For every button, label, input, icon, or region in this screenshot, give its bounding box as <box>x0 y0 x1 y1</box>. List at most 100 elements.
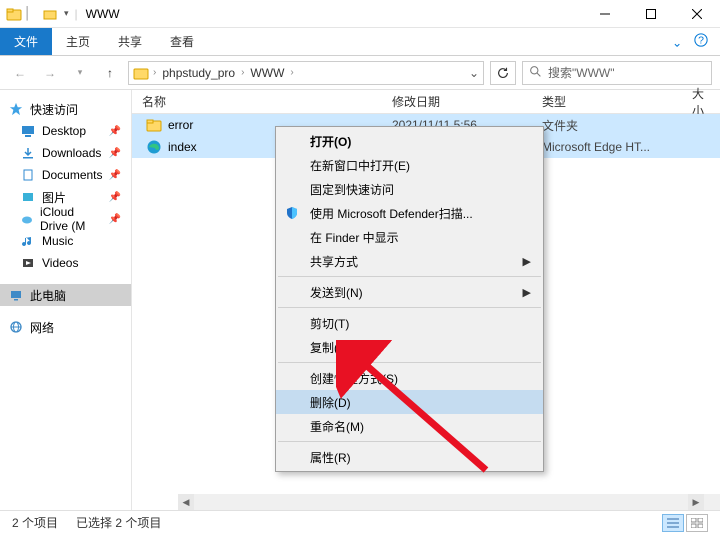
col-type[interactable]: 类型 <box>542 93 692 110</box>
documents-icon <box>20 167 36 183</box>
sidebar-item-label: Desktop <box>42 124 86 138</box>
close-button[interactable] <box>674 0 720 28</box>
pin-icon: 📌 <box>109 214 131 225</box>
pictures-icon <box>20 189 36 205</box>
nav-up-button[interactable]: ↑ <box>98 61 122 85</box>
ribbon-tabs: 文件 主页 共享 查看 ⌃ ? <box>0 28 720 56</box>
nav-bar: ← → ▾ ↑ › phpstudy_pro › WWW › ⌄ 搜索"WWW" <box>0 56 720 90</box>
sidebar: 快速访问 Desktop 📌 Downloads 📌 Documents 📌 图… <box>0 90 132 510</box>
tab-home[interactable]: 主页 <box>52 28 104 55</box>
ctx-show-in-finder[interactable]: 在 Finder 中显示 <box>276 225 543 249</box>
ctx-separator <box>278 362 541 363</box>
breadcrumb-2[interactable]: WWW <box>248 66 286 80</box>
sidebar-item-label: Videos <box>42 256 78 270</box>
qat-divider: | <box>75 7 78 21</box>
maximize-button[interactable] <box>628 0 674 28</box>
view-icons-button[interactable] <box>686 514 708 532</box>
ctx-share[interactable]: 共享方式▶ <box>276 249 543 273</box>
col-name[interactable]: 名称 <box>132 93 392 110</box>
sidebar-item-downloads[interactable]: Downloads 📌 <box>0 142 131 164</box>
ctx-send-to[interactable]: 发送到(N)▶ <box>276 280 543 304</box>
folder-icon <box>133 65 149 81</box>
context-menu: 打开(O) 在新窗口中打开(E) 固定到快速访问 使用 Microsoft De… <box>275 126 544 472</box>
sidebar-item-label: iCloud Drive (M <box>40 205 103 233</box>
chevron-right-icon[interactable]: › <box>290 67 293 78</box>
tab-share[interactable]: 共享 <box>104 28 156 55</box>
breadcrumb-1[interactable]: phpstudy_pro <box>160 66 237 80</box>
sidebar-item-icloud[interactable]: iCloud Drive (M 📌 <box>0 208 131 230</box>
scroll-right-button[interactable]: ▶ <box>688 494 704 510</box>
sidebar-quick-label: 快速访问 <box>30 101 78 118</box>
sidebar-quick-access[interactable]: 快速访问 <box>0 98 131 120</box>
submenu-arrow-icon: ▶ <box>523 255 531 268</box>
file-type: Microsoft Edge HT... <box>542 140 692 154</box>
status-selected-count: 已选择 2 个项目 <box>76 514 161 531</box>
sidebar-network[interactable]: 网络 <box>0 316 131 338</box>
ctx-cut[interactable]: 剪切(T) <box>276 311 543 335</box>
cloud-icon <box>20 211 34 227</box>
nav-recent-dropdown[interactable]: ▾ <box>68 61 92 85</box>
ctx-copy[interactable]: 复制(C) <box>276 335 543 359</box>
ctx-properties[interactable]: 属性(R) <box>276 445 543 469</box>
ctx-defender-scan[interactable]: 使用 Microsoft Defender扫描... <box>276 201 543 225</box>
column-headers: 名称 修改日期 类型 大小 <box>132 90 720 114</box>
address-dropdown-icon[interactable]: ⌄ <box>469 66 479 80</box>
submenu-arrow-icon: ▶ <box>523 286 531 299</box>
file-name: index <box>168 140 197 154</box>
view-details-button[interactable] <box>662 514 684 532</box>
tab-view[interactable]: 查看 <box>156 28 208 55</box>
search-box[interactable]: 搜索"WWW" <box>522 61 712 85</box>
sidebar-this-pc[interactable]: 此电脑 <box>0 284 131 306</box>
sidebar-item-label: Downloads <box>42 146 101 160</box>
folder-icon <box>146 117 162 133</box>
scroll-left-button[interactable]: ◀ <box>178 494 194 510</box>
nav-forward-button[interactable]: → <box>38 61 62 85</box>
ribbon-collapse-icon[interactable]: ⌃ <box>672 35 682 49</box>
pin-icon: 📌 <box>109 170 131 181</box>
sidebar-network-label: 网络 <box>30 319 54 336</box>
music-icon <box>20 233 36 249</box>
folder-icon <box>6 6 22 22</box>
pin-icon: 📌 <box>109 148 131 159</box>
status-bar: 2 个项目 已选择 2 个项目 <box>0 510 720 534</box>
minimize-button[interactable] <box>582 0 628 28</box>
star-icon <box>8 101 24 117</box>
desktop-icon <box>20 123 36 139</box>
qat-sep-icon: │ <box>24 6 40 22</box>
horizontal-scrollbar[interactable]: ◀ ▶ <box>178 494 704 510</box>
shield-icon <box>284 205 300 221</box>
sidebar-item-videos[interactable]: Videos <box>0 252 131 274</box>
ctx-create-shortcut[interactable]: 创建快捷方式(S) <box>276 366 543 390</box>
sidebar-item-music[interactable]: Music <box>0 230 131 252</box>
title-bar: │ ▾ | WWW <box>0 0 720 28</box>
ctx-pin-quick-access[interactable]: 固定到快速访问 <box>276 177 543 201</box>
search-placeholder: 搜索"WWW" <box>548 64 615 81</box>
pc-icon <box>8 287 24 303</box>
sidebar-item-desktop[interactable]: Desktop 📌 <box>0 120 131 142</box>
col-date[interactable]: 修改日期 <box>392 93 542 110</box>
ctx-delete[interactable]: 删除(D) <box>276 390 543 414</box>
refresh-button[interactable] <box>490 61 516 85</box>
network-icon <box>8 319 24 335</box>
chevron-right-icon[interactable]: › <box>153 67 156 78</box>
ctx-open[interactable]: 打开(O) <box>276 129 543 153</box>
search-icon <box>529 65 542 81</box>
file-type: 文件夹 <box>542 117 692 134</box>
sidebar-item-documents[interactable]: Documents 📌 <box>0 164 131 186</box>
sidebar-item-label: Documents <box>42 168 103 182</box>
tab-file[interactable]: 文件 <box>0 28 52 55</box>
chevron-right-icon[interactable]: › <box>241 67 244 78</box>
downloads-icon <box>20 145 36 161</box>
ctx-rename[interactable]: 重命名(M) <box>276 414 543 438</box>
pin-icon: 📌 <box>109 126 131 137</box>
help-icon[interactable]: ? <box>694 33 708 50</box>
edge-icon <box>146 139 162 155</box>
sidebar-item-label: 图片 <box>42 189 66 206</box>
address-bar[interactable]: › phpstudy_pro › WWW › ⌄ <box>128 61 484 85</box>
file-name: error <box>168 118 193 132</box>
qat-dropdown-icon[interactable]: ▾ <box>60 8 73 19</box>
videos-icon <box>20 255 36 271</box>
ctx-open-new-window[interactable]: 在新窗口中打开(E) <box>276 153 543 177</box>
nav-back-button[interactable]: ← <box>8 61 32 85</box>
window-title: WWW <box>80 7 120 21</box>
